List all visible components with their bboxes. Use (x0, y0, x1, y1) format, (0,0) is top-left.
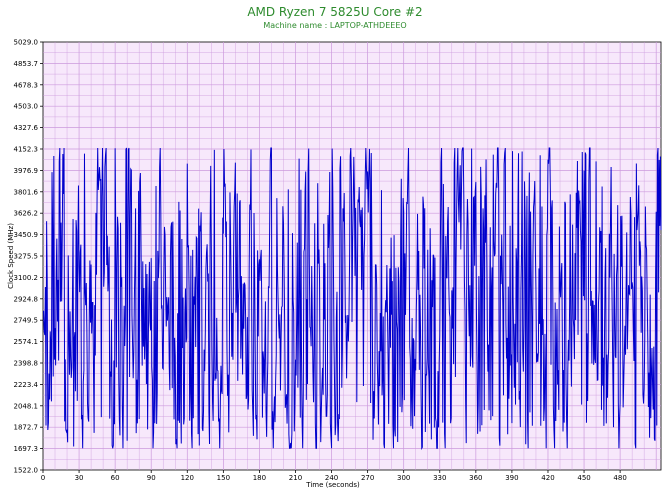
y-axis-label: Clock Speed (MHz) (7, 223, 15, 289)
x-tick-label: 270 (361, 474, 374, 482)
y-tick-label: 3450.9 (14, 231, 39, 239)
y-tick-label: 4503.0 (14, 103, 39, 111)
x-tick-label: 480 (613, 474, 626, 482)
y-axis-ticks: 1522.0 1697.3 1872.7 2048.1 2223.4 2398.8 2574… (14, 39, 43, 475)
x-tick-label: 120 (181, 474, 194, 482)
chart: AMD Ryzen 7 5825U Core #2 Machine name :… (0, 0, 670, 502)
y-tick-label: 3626.2 (14, 210, 39, 218)
x-tick-label: 360 (469, 474, 482, 482)
chart-title: AMD Ryzen 7 5825U Core #2 (247, 5, 422, 19)
x-tick-label: 330 (433, 474, 446, 482)
y-tick-label: 4678.3 (14, 81, 39, 89)
y-tick-label: 1697.3 (14, 445, 39, 453)
x-tick-label: 390 (505, 474, 518, 482)
y-tick-label: 2924.8 (14, 295, 39, 303)
y-tick-label: 5029.0 (14, 39, 39, 47)
y-tick-label: 2048.1 (14, 402, 39, 410)
x-tick-label: 30 (75, 474, 84, 482)
y-tick-label: 2574.1 (14, 338, 39, 346)
y-tick-label: 2223.4 (14, 381, 39, 389)
x-tick-label: 420 (541, 474, 554, 482)
y-tick-label: 3100.2 (14, 274, 39, 282)
x-tick-label: 90 (147, 474, 156, 482)
y-tick-label: 4853.7 (14, 60, 39, 68)
x-tick-label: 210 (289, 474, 302, 482)
x-axis-label: Time (seconds) (305, 481, 360, 489)
y-tick-label: 3275.5 (14, 253, 39, 261)
y-tick-label: 3976.9 (14, 167, 39, 175)
chart-svg: AMD Ryzen 7 5825U Core #2 Machine name :… (7, 5, 662, 489)
y-tick-label: 1872.7 (14, 424, 39, 432)
y-tick-label: 2749.5 (14, 317, 39, 325)
x-tick-label: 180 (253, 474, 266, 482)
y-tick-label: 4327.6 (14, 124, 39, 132)
y-tick-label: 2398.8 (14, 359, 39, 367)
x-tick-label: 300 (397, 474, 410, 482)
x-tick-label: 450 (577, 474, 590, 482)
x-tick-label: 0 (41, 474, 45, 482)
y-tick-label: 4152.3 (14, 145, 39, 153)
x-tick-label: 150 (217, 474, 230, 482)
x-tick-label: 60 (111, 474, 120, 482)
y-tick-label: 1522.0 (14, 467, 39, 475)
chart-subtitle: Machine name : LAPTOP-ATHDEEEO (263, 21, 406, 30)
y-tick-label: 3801.6 (14, 188, 39, 196)
